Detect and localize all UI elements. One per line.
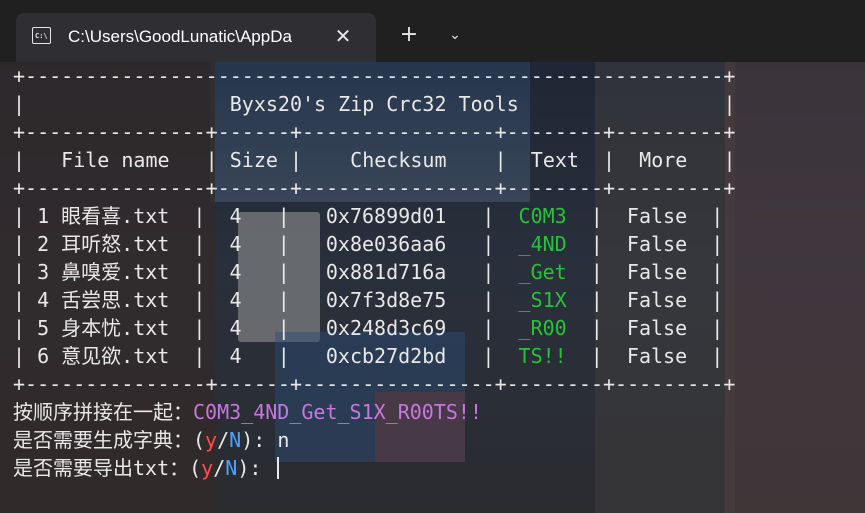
cell-size: 4 xyxy=(205,344,278,368)
table-row: | 5 身本忧.txt | 4 | 0x248d3c69 | _R00 | Fa… xyxy=(13,316,724,340)
cell-text: _4ND xyxy=(494,232,591,256)
cell-text: _R00 xyxy=(494,316,591,340)
table-row: | 3 鼻嗅爱.txt | 4 | 0x881d716a | _Get | Fa… xyxy=(13,260,724,284)
dict-answer: n xyxy=(277,428,290,452)
terminal-window: C:\ C:\Users\GoodLunatic\AppDa ✕ + ⌄ +--… xyxy=(0,0,865,513)
terminal-icon: C:\ xyxy=(32,27,51,44)
cell-checksum: 0x76899d01 xyxy=(289,204,483,228)
concat-label: 按顺序拼接在一起： xyxy=(13,400,193,424)
cell-more: False xyxy=(602,260,712,284)
cell-size: 4 xyxy=(205,232,278,256)
table-border-bottom: +---------------+------+----------------… xyxy=(13,372,736,396)
cell-more: False xyxy=(602,288,712,312)
dict-prompt-line: 是否需要生成字典：(y/N): n xyxy=(13,428,290,452)
table-title: Byxs20's Zip Crc32 Tools xyxy=(25,92,724,116)
column-header: File name xyxy=(25,148,206,172)
cell-file-name: 2 耳听怒.txt xyxy=(25,232,194,256)
chevron-down-icon[interactable]: ⌄ xyxy=(444,24,466,46)
export-prompt: 是否需要导出txt：( xyxy=(13,456,202,480)
new-tab-button[interactable]: + xyxy=(398,24,420,46)
option-y: y xyxy=(201,456,214,480)
cell-more: False xyxy=(602,316,712,340)
text-cursor xyxy=(277,457,280,479)
export-prompt-line: 是否需要导出txt：(y/N): xyxy=(13,454,736,482)
cell-file-name: 6 意见欲.txt xyxy=(25,344,194,368)
cell-more: False xyxy=(602,232,712,256)
column-header: Checksum xyxy=(302,148,495,172)
table-title-row: | Byxs20's Zip Crc32 Tools | xyxy=(13,92,736,116)
terminal-tab[interactable]: C:\ C:\Users\GoodLunatic\AppDa ✕ xyxy=(16,13,376,62)
cell-file-name: 1 眼看喜.txt xyxy=(25,204,194,228)
concat-result-line: 按顺序拼接在一起：C0M3_4ND_Get_S1X_R00TS!! xyxy=(13,398,736,426)
cell-checksum: 0x8e036aa6 xyxy=(289,232,483,256)
table-header-row: | File name | Size | Checksum | Text | M… xyxy=(13,148,736,172)
table-border-top: +---------------------------------------… xyxy=(13,64,736,88)
option-y: y xyxy=(205,428,218,452)
cell-more: False xyxy=(602,204,712,228)
table-row: | 6 意见欲.txt | 4 | 0xcb27d2bd | TS!! | Fa… xyxy=(13,344,724,368)
column-header: Text xyxy=(506,148,604,172)
cell-file-name: 4 舌尝思.txt xyxy=(25,288,194,312)
close-icon[interactable]: ✕ xyxy=(332,25,354,47)
option-n: N xyxy=(229,428,242,452)
cell-checksum: 0x7f3d8e75 xyxy=(289,288,483,312)
cell-size: 4 xyxy=(205,204,278,228)
concat-value: C0M3_4ND_Get_S1X_R00TS!! xyxy=(193,400,482,424)
option-n: N xyxy=(225,456,238,480)
cell-file-name: 3 鼻嗅爱.txt xyxy=(25,260,194,284)
table-border: +---------------+------+----------------… xyxy=(13,176,736,200)
table-row: | 4 舌尝思.txt | 4 | 0x7f3d8e75 | _S1X | Fa… xyxy=(13,288,724,312)
cell-text: C0M3 xyxy=(494,204,591,228)
cell-size: 4 xyxy=(205,288,278,312)
column-header: More xyxy=(615,148,724,172)
cell-more: False xyxy=(602,344,712,368)
terminal-output: +---------------------------------------… xyxy=(13,62,736,482)
table-row: | 2 耳听怒.txt | 4 | 0x8e036aa6 | _4ND | Fa… xyxy=(13,232,724,256)
column-header: Size xyxy=(217,148,290,172)
cell-file-name: 5 身本忧.txt xyxy=(25,316,194,340)
cell-checksum: 0x248d3c69 xyxy=(289,316,483,340)
cell-size: 4 xyxy=(205,316,278,340)
cell-text: _Get xyxy=(494,260,591,284)
cell-text: TS!! xyxy=(494,344,591,368)
cell-checksum: 0x881d716a xyxy=(289,260,483,284)
table-row: | 1 眼看喜.txt | 4 | 0x76899d01 | C0M3 | Fa… xyxy=(13,204,724,228)
terminal-content[interactable]: +---------------------------------------… xyxy=(0,62,865,513)
table-border: +---------------+------+----------------… xyxy=(13,120,736,144)
cell-checksum: 0xcb27d2bd xyxy=(289,344,483,368)
cell-text: _S1X xyxy=(494,288,591,312)
tab-title: C:\Users\GoodLunatic\AppDa xyxy=(68,27,292,46)
cell-size: 4 xyxy=(205,260,278,284)
tab-bar: C:\ C:\Users\GoodLunatic\AppDa ✕ + ⌄ xyxy=(0,0,865,62)
dict-prompt: 是否需要生成字典：( xyxy=(13,428,206,452)
